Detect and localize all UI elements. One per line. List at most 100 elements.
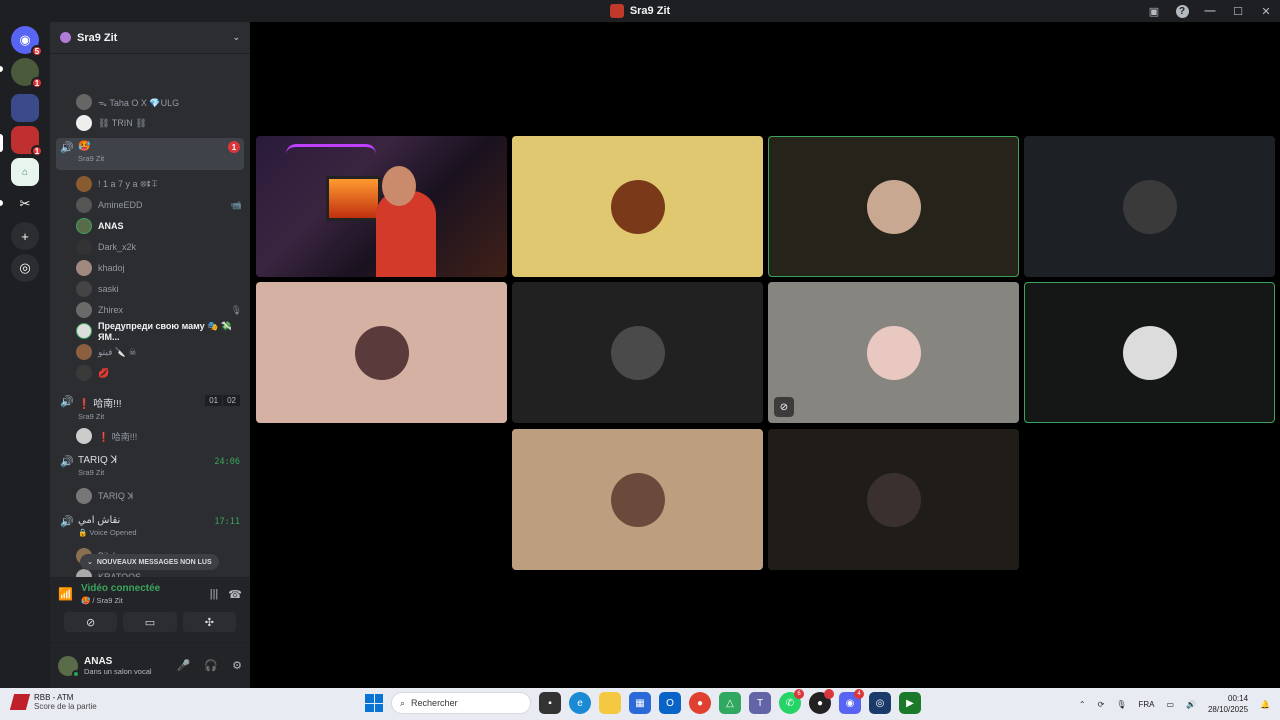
guild-header[interactable]: Sra9 Zit ⌄: [50, 22, 250, 54]
guild-boost-icon: [60, 32, 71, 43]
video-tile[interactable]: [512, 136, 763, 277]
channel-name: 🥵: [78, 141, 91, 152]
new-unread-messages-button[interactable]: ⌄ NOUVEAUX MESSAGES NON LUS: [80, 554, 219, 570]
notification-badge: 1: [31, 145, 43, 157]
online-status-icon: [72, 669, 80, 678]
avatar: [610, 325, 665, 380]
whatsapp-icon[interactable]: ✆ 6: [779, 689, 804, 714]
file-explorer-icon[interactable]: [599, 692, 621, 714]
disconnect-icon[interactable]: ☎: [228, 588, 242, 601]
voice-status[interactable]: Vidéo connectée: [81, 583, 160, 594]
notification-badge: 1: [31, 77, 43, 89]
outlook-icon[interactable]: O: [659, 692, 681, 714]
store-icon[interactable]: ▦: [629, 692, 651, 714]
server-icon[interactable]: 1: [11, 126, 43, 157]
avatar: [1122, 325, 1177, 380]
noise-suppression-icon[interactable]: |||: [210, 588, 219, 601]
signal-icon[interactable]: 📶: [58, 587, 73, 601]
mic-icon[interactable]: 🎙: [1116, 700, 1126, 709]
speaker-icon: 🔊: [60, 396, 74, 408]
discord-taskbar-icon[interactable]: ◉ 4: [839, 689, 864, 714]
network-icon[interactable]: ▭: [1166, 700, 1174, 709]
voice-channel[interactable]: 🔊 ❗ 哈南!!! Sra9 Zit 01 02: [56, 392, 244, 422]
video-tile[interactable]: [768, 136, 1019, 277]
server-icon[interactable]: ⌂: [11, 158, 39, 186]
activities-button[interactable]: ✣: [182, 612, 236, 632]
video-tile[interactable]: [512, 429, 763, 570]
add-server-icon[interactable]: +: [11, 222, 39, 250]
language-indicator[interactable]: FRA: [1138, 700, 1154, 709]
chevron-down-icon[interactable]: ⌄: [232, 32, 240, 43]
avatar: [1122, 179, 1177, 234]
voice-user[interactable]: ⛓ TRIN ⛓: [76, 113, 242, 133]
avatar: [354, 325, 409, 380]
voice-channel[interactable]: 🔊 TARIQ ꓘ Sra9 Zit 24:06: [56, 452, 244, 482]
voice-user[interactable]: Dark_x2k: [76, 237, 242, 257]
voice-user[interactable]: ! 1 a 7 y a ꕕꔪꔊ: [76, 174, 242, 194]
video-tile[interactable]: [1024, 136, 1275, 277]
window-title: Sra9 Zit: [629, 5, 671, 17]
voice-user[interactable]: saski: [76, 279, 242, 299]
microphone-icon[interactable]: 🎤: [177, 659, 191, 672]
voice-user[interactable]: 💋: [76, 363, 242, 383]
voice-channel[interactable]: 🔊 نقاش امي 🔒 Voice Opened 17:11: [56, 512, 244, 542]
voice-user[interactable]: Zhirex 🎙: [76, 300, 242, 320]
voice-user[interactable]: ᯓ Taha O X 💎ULG: [76, 92, 242, 112]
chevron-up-icon[interactable]: ⌃: [1079, 700, 1086, 709]
server-icon[interactable]: ✂: [11, 190, 39, 218]
widget-news[interactable]: RBB - ATM Score de la partie: [9, 693, 97, 711]
voice-user[interactable]: ANAS: [76, 216, 242, 236]
notifications-icon[interactable]: 🔔: [1260, 700, 1270, 709]
voice-user[interactable]: ❗ 哈南!!!: [76, 426, 242, 446]
username[interactable]: ANAS: [84, 656, 152, 667]
avatar: [866, 472, 921, 527]
voice-user[interactable]: AmineEDD 📹: [76, 195, 242, 215]
channel-timer: 24:06: [214, 457, 240, 467]
screen-share-button[interactable]: ▭: [123, 612, 177, 632]
app-icon[interactable]: ●: [809, 689, 834, 714]
explore-icon[interactable]: ◎: [11, 254, 39, 282]
voice-channel-path[interactable]: 🥵 / Sra9 Zit: [81, 596, 160, 605]
drive-icon[interactable]: △: [719, 692, 741, 714]
voice-user[interactable]: khadoj: [76, 258, 242, 278]
maximize-button[interactable]: ☐: [1224, 0, 1252, 22]
discord-home-icon[interactable]: ◉ 5: [11, 26, 43, 57]
help-icon[interactable]: ?: [1168, 0, 1196, 22]
settings-gear-icon[interactable]: ⚙: [232, 659, 242, 672]
server-icon[interactable]: 1: [11, 58, 43, 89]
camera-off-button[interactable]: ⊘: [64, 612, 118, 632]
voice-connection-panel: 📶 Vidéo connectée 🥵 / Sra9 Zit ||| ☎ ⊘ ▭…: [50, 577, 250, 643]
video-tile[interactable]: [768, 429, 1019, 570]
avatar[interactable]: [58, 655, 80, 678]
server-icon[interactable]: [11, 94, 39, 122]
video-tile[interactable]: [1024, 282, 1275, 423]
video-tile-stream[interactable]: [256, 136, 507, 277]
teams-icon[interactable]: T: [749, 692, 771, 714]
taskbar-search[interactable]: ⌕ Rechercher: [391, 692, 531, 714]
video-tile[interactable]: ⊘: [768, 282, 1019, 423]
windows-taskbar: RBB - ATM Score de la partie ⌕ Rechercher…: [0, 688, 1280, 720]
chrome-icon[interactable]: ●: [689, 692, 711, 714]
user-panel: ANAS Dans un salon vocal 🎤 🎧 ⚙: [50, 643, 250, 688]
edge-icon[interactable]: e: [569, 692, 591, 714]
app-icon[interactable]: ◎: [869, 692, 891, 714]
inbox-icon[interactable]: ▣: [1140, 0, 1168, 22]
sync-icon[interactable]: ⟳: [1098, 700, 1105, 709]
terminal-icon[interactable]: ▶: [899, 692, 921, 714]
video-tile[interactable]: [512, 282, 763, 423]
volume-icon[interactable]: 🔊: [1186, 700, 1196, 709]
voice-channel-current[interactable]: 🔊 🥵 Sra9 Zit 1: [56, 138, 244, 170]
minimize-button[interactable]: —: [1196, 0, 1224, 22]
video-tile[interactable]: [256, 282, 507, 423]
clock[interactable]: 00:14 28/10/2025: [1208, 693, 1248, 715]
voice-user[interactable]: فيتو 🔪 ☠: [76, 342, 242, 362]
headphones-icon[interactable]: 🎧: [204, 659, 218, 672]
start-button[interactable]: [365, 694, 383, 712]
task-view-icon[interactable]: ▪: [539, 692, 561, 714]
close-button[interactable]: ✕: [1252, 0, 1280, 22]
channel-subtitle: Sra9 Zit: [78, 154, 105, 163]
speaker-icon: 🔊: [60, 516, 74, 528]
active-pill: [0, 134, 3, 152]
voice-user[interactable]: Предупреди свою маму 🎭 💸 ЯМ...: [76, 321, 242, 342]
voice-user[interactable]: TARIQ ꓘ: [76, 486, 242, 506]
